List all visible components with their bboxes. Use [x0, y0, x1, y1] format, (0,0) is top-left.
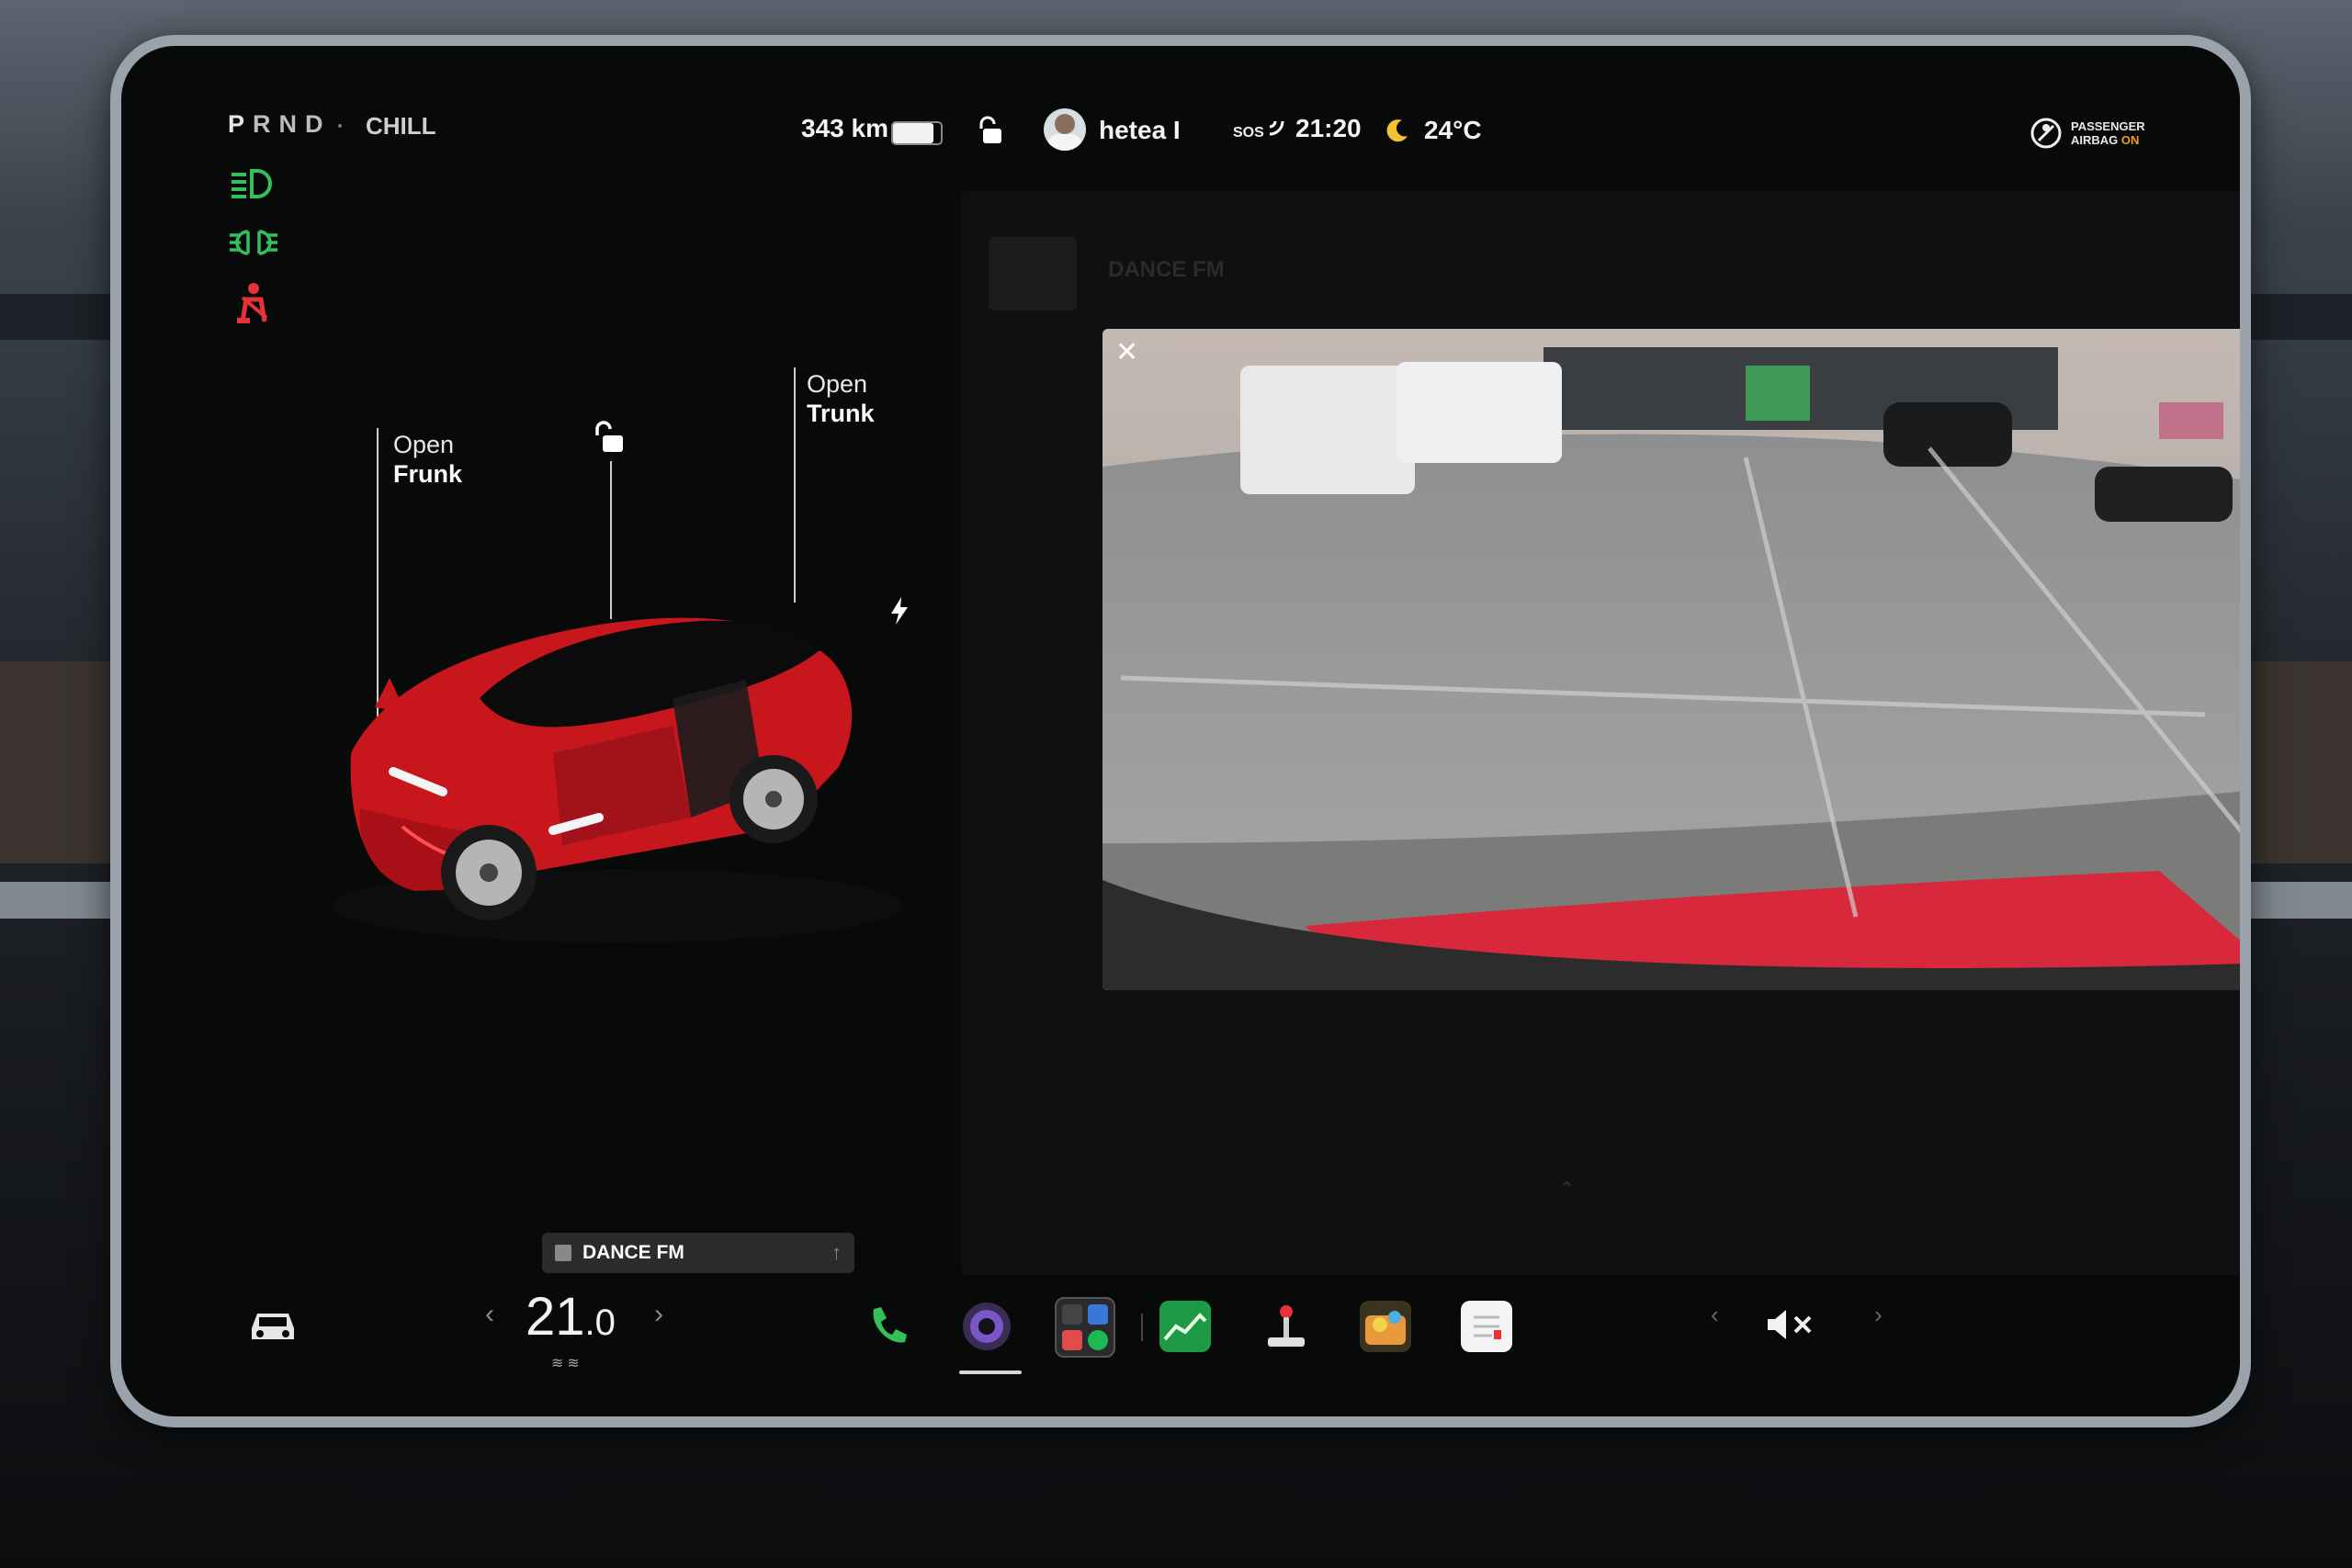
trunk-label-line2: Trunk [807, 400, 875, 427]
seat-heater-icon[interactable]: ≋≋ [551, 1354, 583, 1372]
energy-app-icon[interactable] [1159, 1301, 1211, 1352]
app-launcher-icon[interactable] [1055, 1297, 1115, 1358]
cabin-temperature[interactable]: 21.0 [526, 1286, 616, 1348]
clock: 21:20 [1295, 114, 1362, 142]
radio-icon [555, 1245, 571, 1261]
cabin-temp-whole: 21 [526, 1287, 585, 1347]
lock-open-icon[interactable] [592, 419, 628, 456]
gear-n: N [278, 110, 306, 138]
media-album-art [989, 237, 1077, 310]
notes-app-icon[interactable] [1461, 1301, 1512, 1352]
profile-avatar[interactable] [1044, 108, 1086, 151]
airbag-icon [2030, 118, 2062, 149]
toybox-icon[interactable] [1261, 1301, 1312, 1352]
airbag-line2: AIRBAG [2071, 133, 2119, 147]
cabin-temp-decimal: .0 [584, 1303, 616, 1343]
open-frunk-button[interactable]: Open Frunk [393, 430, 462, 489]
touchscreen: PRND CHILL 343 km hetea I SOS 21:20 24°C… [121, 46, 2240, 1416]
parking-lights-icon [228, 228, 279, 257]
trunk-label-line1: Open [807, 370, 868, 398]
volume-up-button[interactable]: › [1874, 1301, 1883, 1329]
outside-temperature: 24°C [1424, 116, 1482, 144]
temp-down-button[interactable]: ‹ [485, 1299, 494, 1330]
frunk-label-line2: Frunk [393, 460, 463, 488]
media-station-behind: DANCE FM [1108, 257, 1225, 282]
close-camera-button[interactable]: ✕ [1115, 336, 1138, 368]
gear-p: P [228, 110, 254, 138]
temp-up-button[interactable]: › [654, 1299, 663, 1330]
panel-handle-icon[interactable]: ⌃ [1558, 1178, 1575, 1201]
airbag-line1: PASSENGER [2071, 119, 2145, 133]
photo-app-icon[interactable] [1360, 1301, 1411, 1352]
moon-icon [1385, 118, 1409, 143]
airbag-state: ON [2120, 133, 2140, 147]
gear-selector: PRND [228, 110, 332, 139]
gear-r: R [253, 110, 279, 138]
station-name: DANCE FM [582, 1242, 684, 1263]
car-icon[interactable] [246, 1306, 300, 1345]
battery-indicator [891, 121, 943, 145]
drive-mode[interactable]: CHILL [366, 112, 436, 141]
sos-label[interactable]: SOS [1233, 125, 1264, 141]
headlights-icon [228, 167, 276, 200]
gear-d: D [305, 110, 332, 138]
profile-name[interactable]: hetea I [1099, 116, 1181, 145]
battery-fill [893, 123, 934, 143]
expand-up-icon[interactable]: ↑ [831, 1241, 842, 1265]
volume-down-button[interactable]: ‹ [1711, 1301, 1719, 1329]
lock-icon[interactable] [976, 116, 1003, 145]
volume-mute-icon[interactable] [1766, 1308, 1815, 1341]
frunk-label-line1: Open [393, 431, 455, 458]
sos-signal-icon [1266, 114, 1288, 138]
dock-separator [1141, 1314, 1143, 1341]
backup-camera-view[interactable]: ✕ [1102, 329, 2240, 990]
separator-dot [338, 124, 342, 128]
phone-icon[interactable] [862, 1301, 913, 1352]
passenger-airbag-status: PASSENGER AIRBAG ON [2071, 119, 2145, 147]
seatbelt-warning-icon [233, 281, 274, 325]
active-app-indicator [959, 1371, 1022, 1374]
car-3d-model[interactable] [287, 542, 911, 951]
camera-app-icon[interactable] [961, 1301, 1012, 1352]
open-trunk-button[interactable]: Open Trunk [807, 369, 875, 428]
media-mini-player[interactable]: DANCE FM ↑ [542, 1233, 854, 1273]
range-label: 343 km [801, 114, 888, 142]
